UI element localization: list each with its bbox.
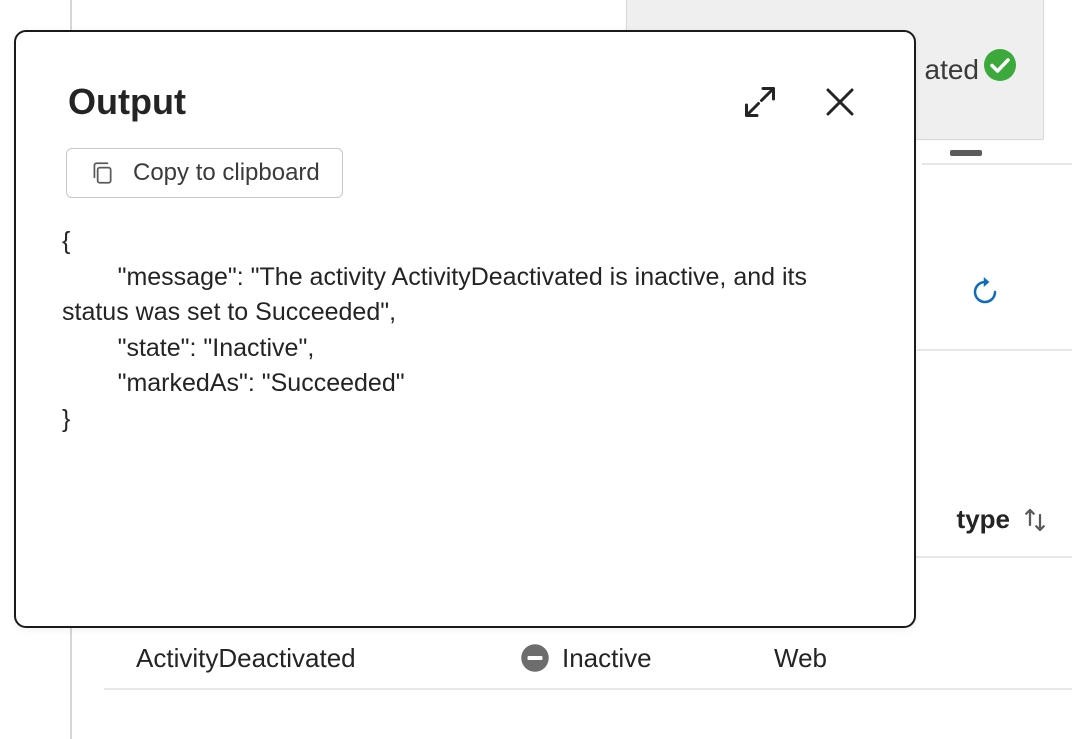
expand-icon: [742, 84, 778, 120]
inactive-icon: [520, 643, 550, 673]
expand-button[interactable]: [738, 80, 782, 124]
output-json-body: { "message": "The activity ActivityDeact…: [16, 198, 914, 437]
status-label: Inactive: [562, 643, 652, 674]
copy-button-label: Copy to clipboard: [133, 159, 320, 187]
close-icon: [822, 84, 858, 120]
decorative-dash: [950, 150, 982, 156]
modal-actions: [738, 80, 862, 124]
column-header-type[interactable]: type: [957, 504, 1050, 535]
sort-icon: [1020, 505, 1050, 535]
activity-status-cell: Inactive: [520, 643, 652, 674]
column-header-label: type: [957, 504, 1010, 535]
success-check-icon: [983, 48, 1017, 82]
activity-name-cell: ActivityDeactivated: [136, 643, 356, 674]
modal-title: Output: [68, 81, 186, 123]
copy-to-clipboard-button[interactable]: Copy to clipboard: [66, 148, 343, 198]
table-row[interactable]: ActivityDeactivated Inactive Web: [104, 628, 1072, 690]
horizontal-divider: [917, 349, 1072, 351]
copy-icon: [89, 160, 115, 186]
horizontal-divider: [922, 163, 1072, 165]
output-modal: Output Copy to clipboard { "message": "T…: [14, 30, 916, 628]
refresh-button[interactable]: [966, 273, 1004, 311]
modal-header: Output: [16, 32, 914, 124]
close-button[interactable]: [818, 80, 862, 124]
activity-type-cell: Web: [774, 643, 827, 674]
partial-tab-label: ated: [925, 54, 980, 86]
